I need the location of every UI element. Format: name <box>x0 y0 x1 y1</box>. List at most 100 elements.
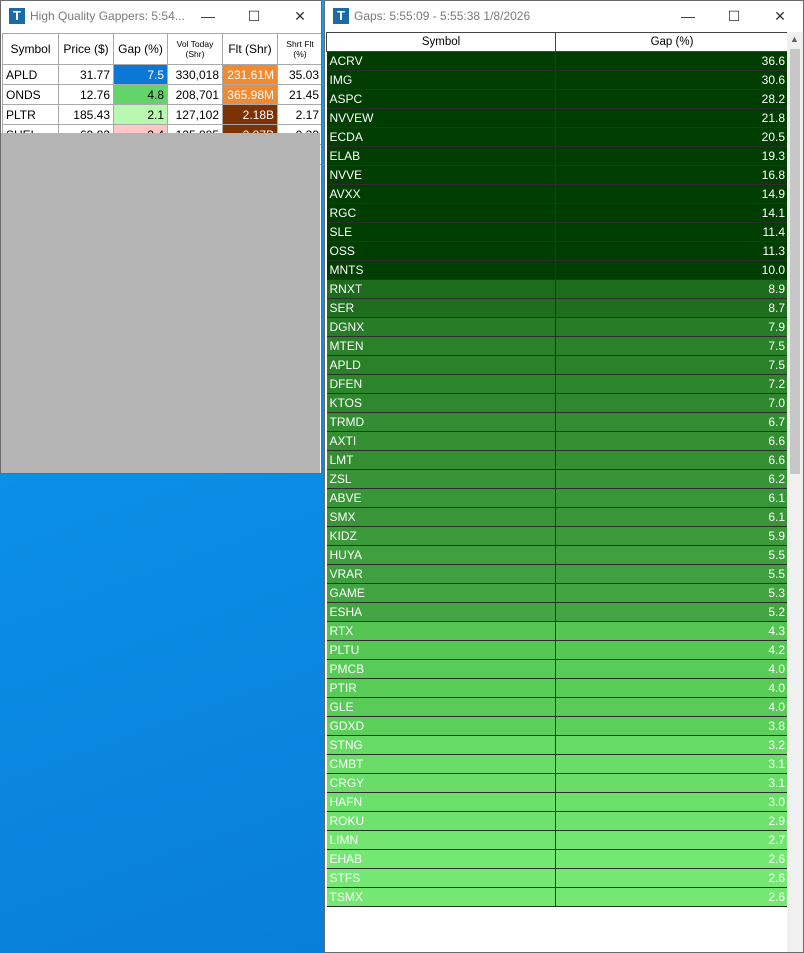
cell-symbol[interactable]: GLE <box>326 697 556 717</box>
cell-symbol[interactable]: ESHA <box>326 602 556 622</box>
cell-gap[interactable]: 5.5 <box>555 564 789 584</box>
cell-symbol[interactable]: STNG <box>326 735 556 755</box>
cell-gap[interactable]: 11.3 <box>555 241 789 261</box>
cell-float[interactable]: 2.18B <box>222 104 278 125</box>
cell-symbol[interactable]: ECDA <box>326 127 556 147</box>
cell-gap[interactable]: 28.2 <box>555 89 789 109</box>
cell-symbol[interactable]: GAME <box>326 583 556 603</box>
cell-symbol[interactable]: HAFN <box>326 792 556 812</box>
table-row[interactable]: PTIR 4.0 <box>326 678 789 698</box>
table-row[interactable]: DFEN 7.2 <box>326 374 789 394</box>
cell-float[interactable]: 231.61M <box>222 64 278 85</box>
cell-symbol[interactable]: VRAR <box>326 564 556 584</box>
cell-gap[interactable]: 8.7 <box>555 298 789 318</box>
table-row[interactable]: GDXD 3.8 <box>326 716 789 736</box>
cell-gap[interactable]: 3.8 <box>555 716 789 736</box>
table-row[interactable]: ELAB 19.3 <box>326 146 789 166</box>
cell-symbol[interactable]: TRMD <box>326 412 556 432</box>
cell-short-float[interactable]: 35.03 <box>277 64 321 85</box>
table-row[interactable]: ECDA 20.5 <box>326 127 789 147</box>
table-row[interactable]: PLTR 185.43 2.1 127,102 2.18B 2.17 <box>2 104 321 125</box>
cell-symbol[interactable]: GDXD <box>326 716 556 736</box>
cell-symbol[interactable]: AVXX <box>326 184 556 204</box>
cell-short-float[interactable]: 2.17 <box>277 104 321 125</box>
cell-gap[interactable]: 3.2 <box>555 735 789 755</box>
table-row[interactable]: STFS 2.6 <box>326 868 789 888</box>
cell-gap[interactable]: 11.4 <box>555 222 789 242</box>
cell-gap[interactable]: 2.7 <box>555 830 789 850</box>
cell-gap[interactable]: 4.0 <box>555 697 789 717</box>
cell-short-float[interactable]: 21.45 <box>277 84 321 105</box>
table-row[interactable]: NVVEW 21.8 <box>326 108 789 128</box>
table-row[interactable]: ACRV 36.6 <box>326 51 789 71</box>
table-row[interactable]: APLD 31.77 7.5 330,018 231.61M 35.03 <box>2 64 321 85</box>
cell-symbol[interactable]: IMG <box>326 70 556 90</box>
cell-gap[interactable]: 10.0 <box>555 260 789 280</box>
cell-symbol[interactable]: ONDS <box>2 84 59 105</box>
cell-symbol[interactable]: TSMX <box>326 887 556 907</box>
cell-symbol[interactable]: ABVE <box>326 488 556 508</box>
cell-symbol[interactable]: SER <box>326 298 556 318</box>
cell-gap[interactable]: 4.0 <box>555 678 789 698</box>
cell-gap[interactable]: 5.2 <box>555 602 789 622</box>
table-row[interactable]: MNTS 10.0 <box>326 260 789 280</box>
cell-gap[interactable]: 7.5 <box>555 355 789 375</box>
cell-gap[interactable]: 14.1 <box>555 203 789 223</box>
cell-vol-today[interactable]: 127,102 <box>167 104 223 125</box>
cell-gap[interactable]: 14.9 <box>555 184 789 204</box>
cell-gap[interactable]: 30.6 <box>555 70 789 90</box>
table-row[interactable]: RNXT 8.9 <box>326 279 789 299</box>
cell-symbol[interactable]: ELAB <box>326 146 556 166</box>
vertical-scrollbar[interactable]: ▲ <box>787 32 803 952</box>
cell-gap[interactable]: 8.9 <box>555 279 789 299</box>
cell-symbol[interactable]: PMCB <box>326 659 556 679</box>
cell-gap[interactable]: 2.6 <box>555 887 789 907</box>
cell-symbol[interactable]: PTIR <box>326 678 556 698</box>
table-row[interactable]: GAME 5.3 <box>326 583 789 603</box>
table-row[interactable]: ASPC 28.2 <box>326 89 789 109</box>
cell-gap[interactable]: 3.1 <box>555 773 789 793</box>
close-icon[interactable]: ✕ <box>289 6 311 26</box>
cell-symbol[interactable]: RTX <box>326 621 556 641</box>
cell-symbol[interactable]: ROKU <box>326 811 556 831</box>
cell-gap[interactable]: 6.2 <box>555 469 789 489</box>
cell-gap[interactable]: 2.6 <box>555 868 789 888</box>
table-row[interactable]: GLE 4.0 <box>326 697 789 717</box>
cell-symbol[interactable]: CMBT <box>326 754 556 774</box>
col-header-price[interactable]: Price ($) <box>58 33 114 65</box>
maximize-icon[interactable]: ☐ <box>723 6 745 26</box>
table-row[interactable]: HAFN 3.0 <box>326 792 789 812</box>
cell-symbol[interactable]: SMX <box>326 507 556 527</box>
table-row[interactable]: RTX 4.3 <box>326 621 789 641</box>
cell-symbol[interactable]: CRGY <box>326 773 556 793</box>
col-header-symbol[interactable]: Symbol <box>326 32 556 52</box>
cell-price[interactable]: 31.77 <box>58 64 114 85</box>
col-header-symbol[interactable]: Symbol <box>2 33 59 65</box>
cell-gap[interactable]: 6.1 <box>555 488 789 508</box>
table-row[interactable]: TSMX 2.6 <box>326 887 789 907</box>
table-row[interactable]: ABVE 6.1 <box>326 488 789 508</box>
cell-gap[interactable]: 4.0 <box>555 659 789 679</box>
table-row[interactable]: CRGY 3.1 <box>326 773 789 793</box>
cell-gap[interactable]: 6.1 <box>555 507 789 527</box>
cell-price[interactable]: 185.43 <box>58 104 114 125</box>
cell-symbol[interactable]: DFEN <box>326 374 556 394</box>
cell-symbol[interactable]: RGC <box>326 203 556 223</box>
cell-symbol[interactable]: PLTR <box>2 104 59 125</box>
cell-gap[interactable]: 6.7 <box>555 412 789 432</box>
gaps-window[interactable]: T Gaps: 5:55:09 - 5:55:38 1/8/2026 — ☐ ✕… <box>324 0 804 953</box>
col-header-gap[interactable]: Gap (%) <box>555 32 789 52</box>
cell-symbol[interactable]: AXTI <box>326 431 556 451</box>
table-row[interactable]: HUYA 5.5 <box>326 545 789 565</box>
table-row[interactable]: AVXX 14.9 <box>326 184 789 204</box>
table-row[interactable]: KIDZ 5.9 <box>326 526 789 546</box>
cell-gap[interactable]: 7.5 <box>113 64 168 85</box>
table-row[interactable]: CMBT 3.1 <box>326 754 789 774</box>
table-row[interactable]: ZSL 6.2 <box>326 469 789 489</box>
table-row[interactable]: APLD 7.5 <box>326 355 789 375</box>
table-row[interactable]: EHAB 2.6 <box>326 849 789 869</box>
cell-gap[interactable]: 4.8 <box>113 84 168 105</box>
cell-gap[interactable]: 19.3 <box>555 146 789 166</box>
table-row[interactable]: AXTI 6.6 <box>326 431 789 451</box>
col-header-vol-today[interactable]: Vol Today (Shr) <box>167 33 223 65</box>
